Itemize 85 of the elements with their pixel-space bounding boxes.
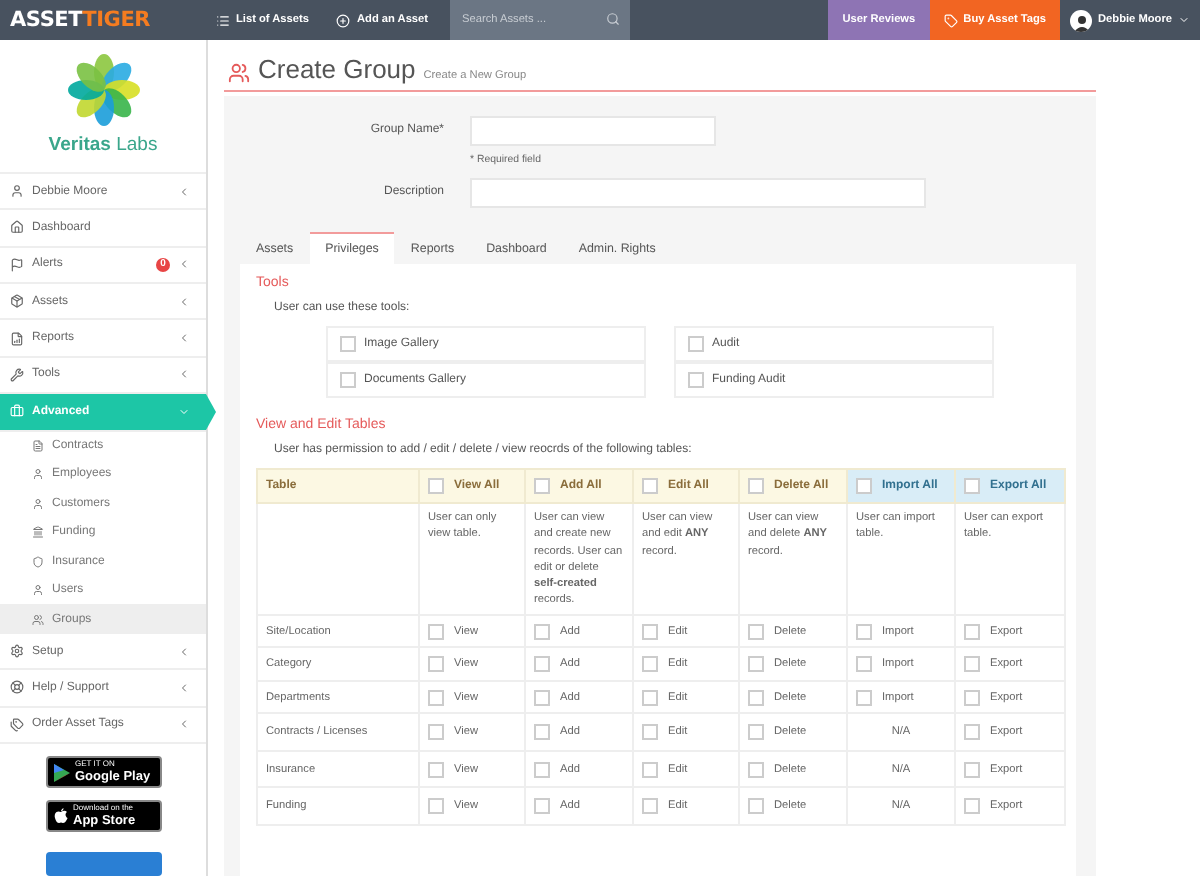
person-icon: [32, 584, 44, 597]
logo[interactable]: ASSETTIGER: [0, 0, 202, 40]
input-field[interactable]: [470, 116, 716, 147]
checkbox[interactable]: [428, 798, 444, 815]
checkbox[interactable]: [428, 623, 444, 640]
flag-icon: [10, 257, 24, 272]
checkbox[interactable]: [748, 761, 764, 778]
caret-icon: [178, 645, 190, 658]
input-field[interactable]: [470, 178, 926, 209]
tags-icon: [10, 717, 24, 732]
caret-icon: [178, 185, 190, 198]
checkbox[interactable]: [748, 623, 764, 640]
checkbox[interactable]: [964, 656, 980, 673]
checkbox[interactable]: [748, 656, 764, 673]
person-icon: [10, 184, 24, 199]
person-icon: [32, 468, 44, 481]
people-icon: [32, 613, 44, 626]
checkbox[interactable]: [534, 623, 550, 640]
caret-icon: [178, 368, 190, 381]
checkbox[interactable]: [534, 761, 550, 778]
tag-icon: [943, 13, 958, 27]
checkbox[interactable]: [856, 656, 872, 673]
organization-name: Veritas Labs: [48, 134, 158, 156]
checkbox[interactable]: [748, 689, 764, 706]
play-icon: [53, 763, 69, 782]
checkbox[interactable]: [428, 478, 444, 495]
search-icon: [606, 12, 621, 26]
briefcase-icon: [10, 404, 24, 419]
wrench-icon: [10, 367, 24, 382]
caret-icon: [178, 332, 190, 345]
checkbox[interactable]: [642, 724, 658, 741]
checkbox[interactable]: [428, 689, 444, 706]
list-icon: [216, 13, 230, 27]
checkbox[interactable]: [856, 478, 872, 495]
caret-icon: [178, 681, 190, 694]
checkbox[interactable]: [856, 689, 872, 706]
flower-logo-icon: [67, 54, 139, 126]
lifebuoy-icon: [10, 680, 24, 695]
caret-icon: [178, 258, 190, 271]
checkbox[interactable]: [534, 689, 550, 706]
review-badge[interactable]: [45, 852, 161, 876]
checkbox[interactable]: [642, 761, 658, 778]
checkbox[interactable]: [856, 623, 872, 640]
checkbox[interactable]: [428, 724, 444, 741]
checkbox[interactable]: [642, 798, 658, 815]
checkbox[interactable]: [688, 372, 704, 389]
checkbox[interactable]: [534, 656, 550, 673]
page-title: Create Group: [258, 56, 416, 85]
checkbox[interactable]: [428, 656, 444, 673]
caret-icon: [178, 295, 190, 308]
person-icon: [32, 497, 44, 510]
settings-icon: [10, 644, 24, 659]
report-icon: [10, 331, 24, 346]
people-icon: [228, 62, 250, 85]
checkbox[interactable]: [534, 798, 550, 815]
checkbox[interactable]: [964, 478, 980, 495]
bank-icon: [32, 526, 44, 539]
caret-icon: [178, 718, 190, 731]
document-icon: [32, 439, 44, 452]
checkbox[interactable]: [688, 336, 704, 353]
checkbox[interactable]: [340, 336, 356, 353]
checkbox[interactable]: [534, 724, 550, 741]
box-icon: [10, 294, 24, 309]
checkbox[interactable]: [748, 724, 764, 741]
plus-icon: [336, 13, 351, 27]
checkbox[interactable]: [964, 724, 980, 741]
checkbox[interactable]: [964, 798, 980, 815]
checkbox[interactable]: [964, 761, 980, 778]
checkbox[interactable]: [964, 623, 980, 640]
checkbox[interactable]: [340, 372, 356, 389]
caret-icon: [178, 405, 190, 418]
avatar-icon: [1070, 9, 1092, 31]
checkbox[interactable]: [748, 478, 764, 495]
checkbox[interactable]: [964, 689, 980, 706]
checkbox[interactable]: [642, 623, 658, 640]
shield-icon: [32, 555, 44, 568]
apple-icon: [53, 808, 67, 825]
checkbox[interactable]: [534, 478, 550, 495]
checkbox[interactable]: [642, 656, 658, 673]
home-icon: [10, 220, 24, 235]
caret-icon: [1178, 14, 1190, 26]
checkbox[interactable]: [642, 478, 658, 495]
checkbox[interactable]: [748, 798, 764, 815]
checkbox[interactable]: [428, 761, 444, 778]
checkbox[interactable]: [642, 689, 658, 706]
